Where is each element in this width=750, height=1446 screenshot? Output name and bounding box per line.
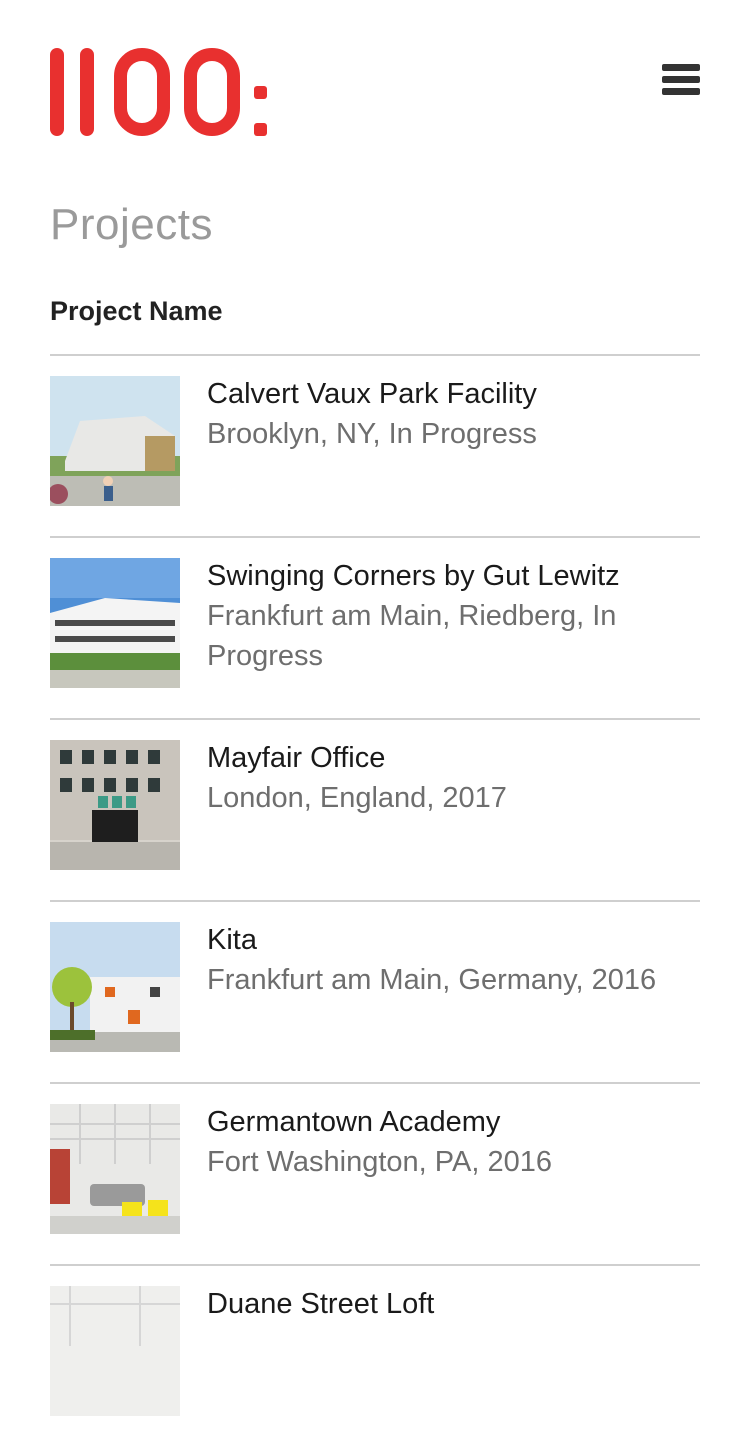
project-row[interactable]: Calvert Vaux Park Facility Brooklyn, NY,… xyxy=(50,354,700,536)
column-header-project-name: Project Name xyxy=(50,296,223,326)
project-name: Swinging Corners by Gut Lewitz xyxy=(207,560,620,592)
project-row[interactable]: Swinging Corners by Gut Lewitz Frankfurt… xyxy=(50,536,700,718)
logo-digit-zero xyxy=(114,48,170,136)
project-thumbnail xyxy=(50,1286,180,1416)
logo-digit-one xyxy=(50,48,64,136)
project-row[interactable]: Mayfair Office London, England, 2017 xyxy=(50,718,700,900)
menu-line xyxy=(662,76,700,83)
project-row[interactable]: Duane Street Loft xyxy=(50,1264,700,1446)
project-name: Kita xyxy=(207,924,257,956)
project-name: Calvert Vaux Park Facility xyxy=(207,378,537,410)
logo-colon-dot xyxy=(254,123,267,136)
page-title: Projects xyxy=(50,200,213,249)
project-thumbnail xyxy=(50,1104,180,1234)
project-meta: London, England, 2017 xyxy=(207,782,507,814)
logo-digit-one xyxy=(80,48,94,136)
menu-line xyxy=(662,88,700,95)
project-name: Duane Street Loft xyxy=(207,1288,435,1320)
project-name: Mayfair Office xyxy=(207,742,386,774)
project-meta: Frankfurt am Main, Riedberg, In Progress xyxy=(207,600,617,672)
logo-digit-zero xyxy=(184,48,240,136)
logo-colon xyxy=(254,48,267,136)
logo-colon-dot xyxy=(254,86,267,99)
hamburger-menu-icon[interactable] xyxy=(662,64,702,100)
project-meta: Brooklyn, NY, In Progress xyxy=(207,418,537,450)
project-name: Germantown Academy xyxy=(207,1106,501,1138)
project-row[interactable]: Kita Frankfurt am Main, Germany, 2016 xyxy=(50,900,700,1082)
project-thumbnail xyxy=(50,740,180,870)
project-thumbnail xyxy=(50,376,180,506)
project-meta: Fort Washington, PA, 2016 xyxy=(207,1146,552,1178)
project-thumbnail xyxy=(50,558,180,688)
project-list: Calvert Vaux Park Facility Brooklyn, NY,… xyxy=(50,354,700,1446)
site-header xyxy=(0,0,750,170)
project-meta: Frankfurt am Main, Germany, 2016 xyxy=(207,964,657,996)
menu-line xyxy=(662,64,700,71)
project-row[interactable]: Germantown Academy Fort Washington, PA, … xyxy=(50,1082,700,1264)
brand-logo[interactable] xyxy=(50,48,267,136)
project-thumbnail xyxy=(50,922,180,1052)
